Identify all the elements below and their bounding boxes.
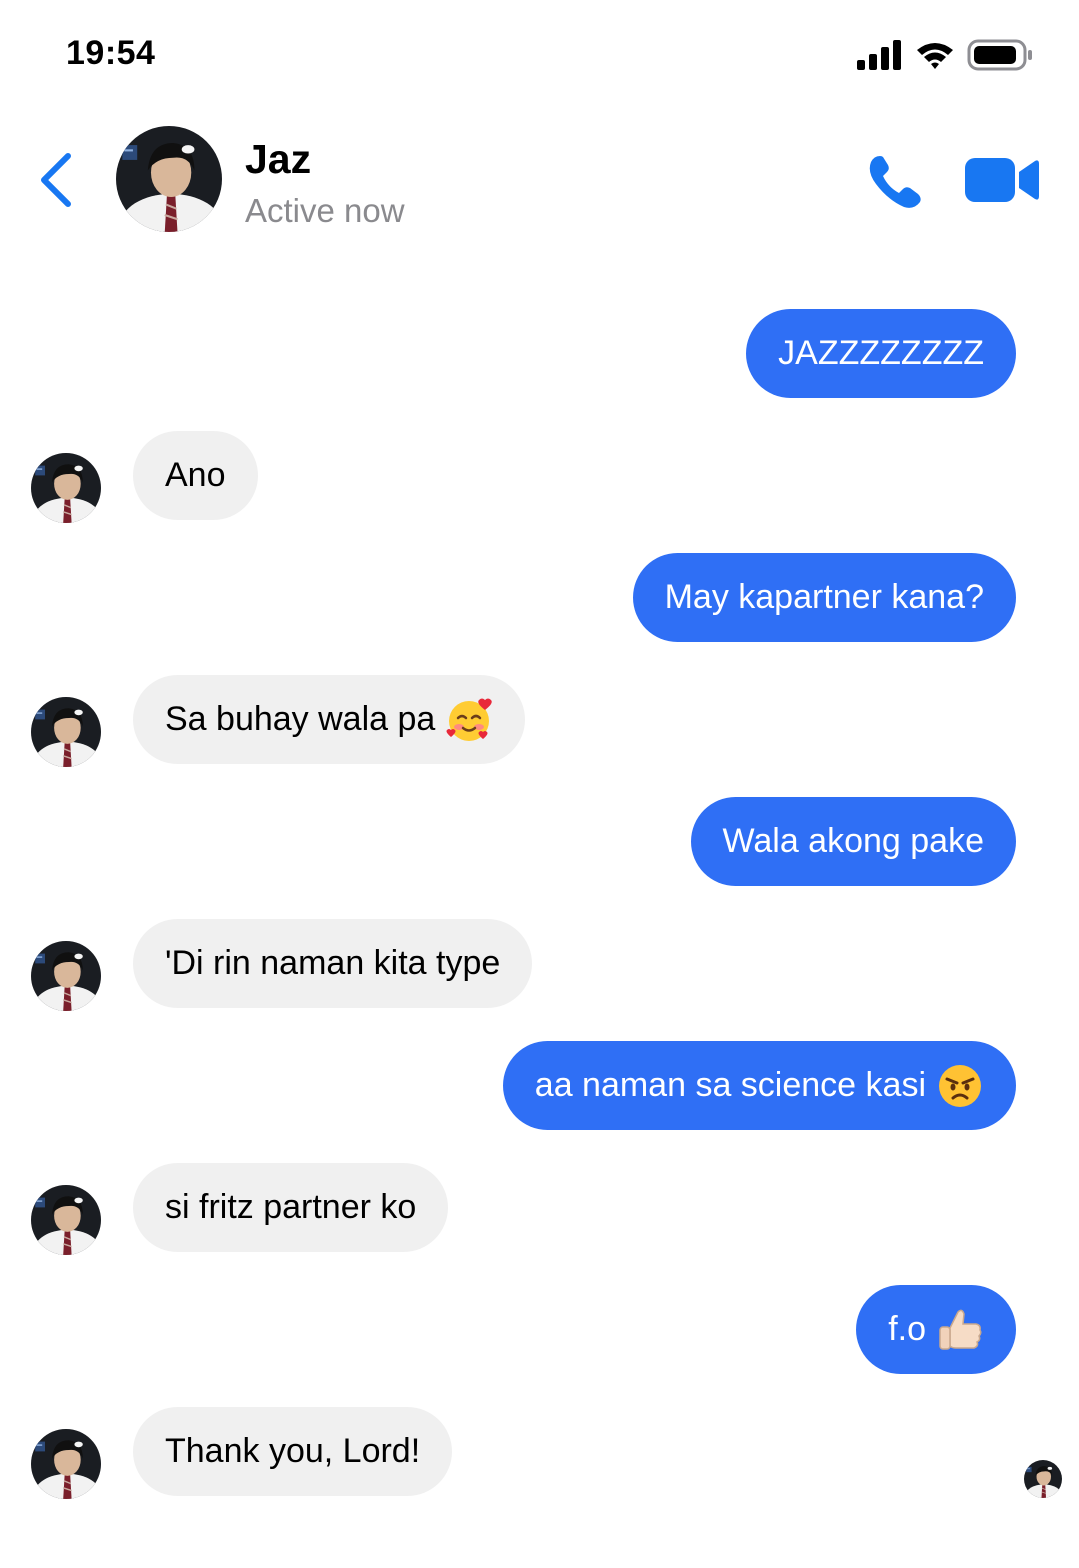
sent-message[interactable]: JAZZZZZZZZ [746, 309, 1016, 398]
sent-message[interactable]: f.o [856, 1285, 1016, 1374]
message-text: si fritz partner ko [165, 1188, 417, 1226]
phone-icon [869, 156, 921, 208]
thumbs-up-icon [939, 1309, 982, 1350]
chevron-left-icon [41, 153, 71, 207]
sent-message[interactable]: aa naman sa science kasi [502, 1041, 1016, 1130]
received-message[interactable]: si fritz partner ko [133, 1163, 449, 1252]
contact-name[interactable]: Jaz [245, 136, 311, 183]
received-message[interactable]: Sa buhay wala pa [133, 675, 526, 764]
sent-message[interactable]: May kapartner kana? [632, 553, 1016, 642]
status-bar: 19:54 [0, 0, 1079, 100]
contact-avatar-small[interactable] [31, 941, 101, 1011]
audio-call-button[interactable] [866, 152, 924, 210]
cellular-signal-icon [857, 40, 901, 70]
contact-avatar[interactable] [116, 126, 222, 232]
message-text: 'Di rin naman kita type [165, 944, 501, 982]
status-icons [857, 38, 1033, 72]
seen-indicator-avatar [1024, 1460, 1062, 1498]
contact-avatar-small[interactable] [31, 1185, 101, 1255]
contact-avatar-small[interactable] [31, 1429, 101, 1499]
video-call-button[interactable] [965, 156, 1039, 204]
message-text: Thank you, Lord! [165, 1432, 421, 1470]
back-button[interactable] [36, 150, 80, 210]
received-message[interactable]: Thank you, Lord! [133, 1407, 453, 1496]
conversation-header: Jaz Active now [0, 110, 1079, 250]
message-text: Sa buhay wala pa [165, 700, 436, 738]
wifi-icon [917, 43, 953, 69]
message-text: JAZZZZZZZZ [778, 334, 984, 372]
message-text: Ano [165, 456, 226, 494]
message-text: Wala akong pake [722, 822, 984, 860]
message-text: aa naman sa science kasi [534, 1066, 926, 1104]
received-message[interactable]: 'Di rin naman kita type [133, 919, 533, 1008]
sent-message[interactable]: Wala akong pake [690, 797, 1016, 886]
angry-face-icon [939, 1064, 981, 1107]
smiling-face-with-hearts-icon [446, 698, 493, 741]
received-message[interactable]: Ano [133, 431, 258, 520]
message-text: f.o [888, 1310, 926, 1348]
contact-avatar-small[interactable] [31, 697, 101, 767]
active-status: Active now [245, 192, 405, 229]
video-camera-icon [965, 158, 1039, 202]
message-text: May kapartner kana? [664, 578, 984, 616]
status-time: 19:54 [66, 34, 156, 72]
battery-icon [967, 39, 1032, 71]
contact-avatar-small[interactable] [31, 453, 101, 523]
